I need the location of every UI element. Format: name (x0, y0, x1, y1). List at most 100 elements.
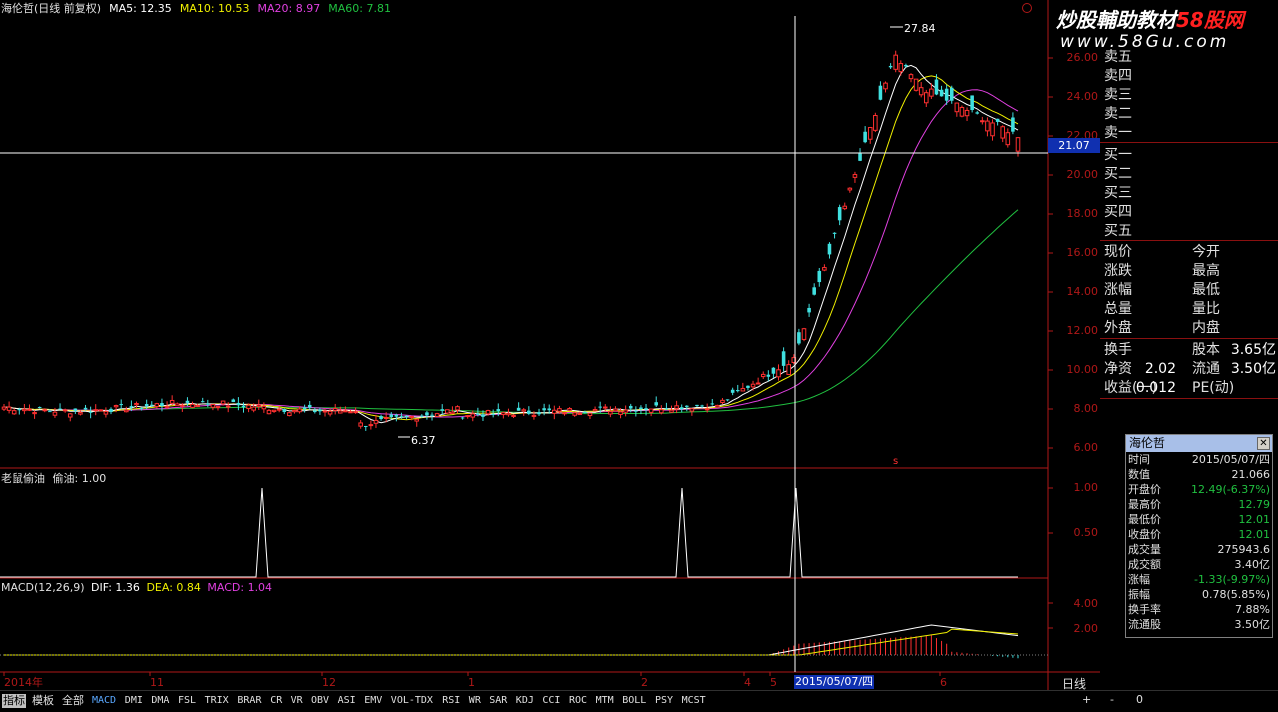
candle-body (52, 411, 58, 416)
indicator-title: 老鼠偷油 (1, 472, 45, 485)
tab-asi[interactable]: ASI (338, 694, 356, 708)
ask-1: 卖一 (1104, 125, 1132, 141)
candle-body (567, 407, 572, 411)
tab-emv[interactable]: EMV (364, 694, 382, 708)
fund-value: 3.65亿 (1230, 342, 1276, 358)
candle-body (73, 408, 78, 411)
tab-fsl[interactable]: FSL (178, 694, 196, 708)
candle-body (893, 54, 898, 70)
tab-psy[interactable]: PSY (655, 694, 673, 708)
quote-label: 外盘 (1104, 320, 1132, 336)
candle-body (908, 74, 914, 80)
tab-obv[interactable]: OBV (311, 694, 329, 708)
candle-body (195, 405, 200, 408)
candle-body (236, 402, 241, 406)
quote-label: 涨幅 (1104, 282, 1132, 298)
close-icon[interactable]: ✕ (1257, 437, 1270, 450)
tab-sar[interactable]: SAR (489, 694, 507, 708)
tab-vol-tdx[interactable]: VOL-TDX (391, 694, 433, 708)
tab-trix[interactable]: TRIX (205, 694, 229, 708)
tooltip-key: 最高价 (1128, 498, 1161, 511)
tab-rsi[interactable]: RSI (442, 694, 460, 708)
fund-label: PE(动) (1192, 380, 1235, 396)
candle-body (639, 407, 643, 410)
quote-label: 总量 (1104, 301, 1132, 317)
candle-body (327, 410, 333, 415)
tooltip-titlebar[interactable]: 海伦哲 ✕ (1126, 435, 1272, 452)
candle-body (322, 410, 328, 413)
x-label-3: 12 (322, 676, 336, 689)
candle-body (1000, 126, 1005, 139)
candle-body (602, 406, 608, 409)
fund-label: 股本 (1192, 342, 1220, 358)
candle-body (883, 82, 888, 90)
candle-body (954, 102, 960, 113)
candle-body (98, 409, 104, 412)
candle-body (220, 400, 226, 405)
candle-body (755, 382, 761, 385)
candle-body (695, 404, 699, 407)
candle-body (858, 153, 862, 161)
bid-2: 买二 (1104, 166, 1132, 182)
tooltip-row: 涨幅 -1.33(-9.97%) (1126, 572, 1272, 587)
tab-mcst[interactable]: MCST (682, 694, 706, 708)
data-tooltip-window[interactable]: 海伦哲 ✕ 时间 2015/05/07/四 数值 21.066 开盘价 12.49(-6.3… (1125, 434, 1273, 638)
tooltip-value: 12.01 (1238, 528, 1271, 541)
candle-body (256, 404, 262, 408)
candle-body (985, 120, 990, 132)
candle-body (511, 414, 516, 417)
candle-body (715, 404, 720, 408)
candle-body (200, 401, 205, 403)
candle-body (608, 411, 613, 415)
tab-cci[interactable]: CCI (542, 694, 560, 708)
tooltip-key: 涨幅 (1128, 573, 1150, 586)
candle-body (898, 63, 904, 73)
candle-body (113, 405, 119, 408)
tab-mtm[interactable]: MTM (596, 694, 614, 708)
candle-body (913, 78, 919, 91)
tooltip-value: 3.40亿 (1234, 558, 1271, 571)
tab-指标[interactable]: 指标 (2, 694, 26, 708)
tab-vr[interactable]: VR (291, 694, 303, 708)
candle-body (598, 406, 602, 408)
zoom-in-button[interactable]: + (1082, 693, 1091, 707)
tab-wr[interactable]: WR (469, 694, 481, 708)
candle-body (557, 408, 562, 412)
tab-dmi[interactable]: DMI (125, 694, 143, 708)
tooltip-value: 275943.6 (1217, 543, 1271, 556)
indicator-header: 老鼠偷油 偷油: 1.00 (1, 470, 106, 486)
zoom-out-button[interactable]: - (1110, 693, 1114, 707)
x-label-4: 1 (468, 676, 475, 689)
tooltip-key: 最低价 (1128, 513, 1161, 526)
tab-dma[interactable]: DMA (151, 694, 169, 708)
candle-body (685, 405, 689, 407)
tab-cr[interactable]: CR (270, 694, 282, 708)
price-axis-label: 18.00 (1066, 207, 1099, 220)
candle-body (659, 409, 664, 414)
candle-body (399, 416, 404, 418)
candle-body (980, 120, 985, 123)
x-label-7: 5 (770, 676, 777, 689)
candle-body (353, 411, 358, 414)
tab-brar[interactable]: BRAR (237, 694, 261, 708)
candle-body (949, 87, 954, 101)
tab-macd[interactable]: MACD (92, 694, 116, 708)
tab-模板[interactable]: 模板 (32, 694, 54, 708)
indicator-axis-2: 0.50 (1073, 526, 1099, 539)
tab-kdj[interactable]: KDJ (516, 694, 534, 708)
tooltip-row: 振幅 0.78(5.85%) (1126, 587, 1272, 602)
indicator-axis-1: 1.00 (1073, 481, 1099, 494)
tab-全部[interactable]: 全部 (62, 694, 84, 708)
tooltip-key: 时间 (1128, 453, 1150, 466)
candle-body (139, 407, 144, 409)
candle-body (302, 407, 307, 410)
tab-boll[interactable]: BOLL (622, 694, 646, 708)
candle-body (654, 402, 659, 406)
candle-body (648, 408, 654, 413)
candle-body (547, 408, 551, 411)
bid-5: 买五 (1104, 223, 1132, 239)
tooltip-row: 最高价 12.79 (1126, 497, 1272, 512)
candle-body (689, 408, 695, 412)
tab-roc[interactable]: ROC (569, 694, 587, 708)
reset-button[interactable]: 0 (1136, 693, 1143, 707)
